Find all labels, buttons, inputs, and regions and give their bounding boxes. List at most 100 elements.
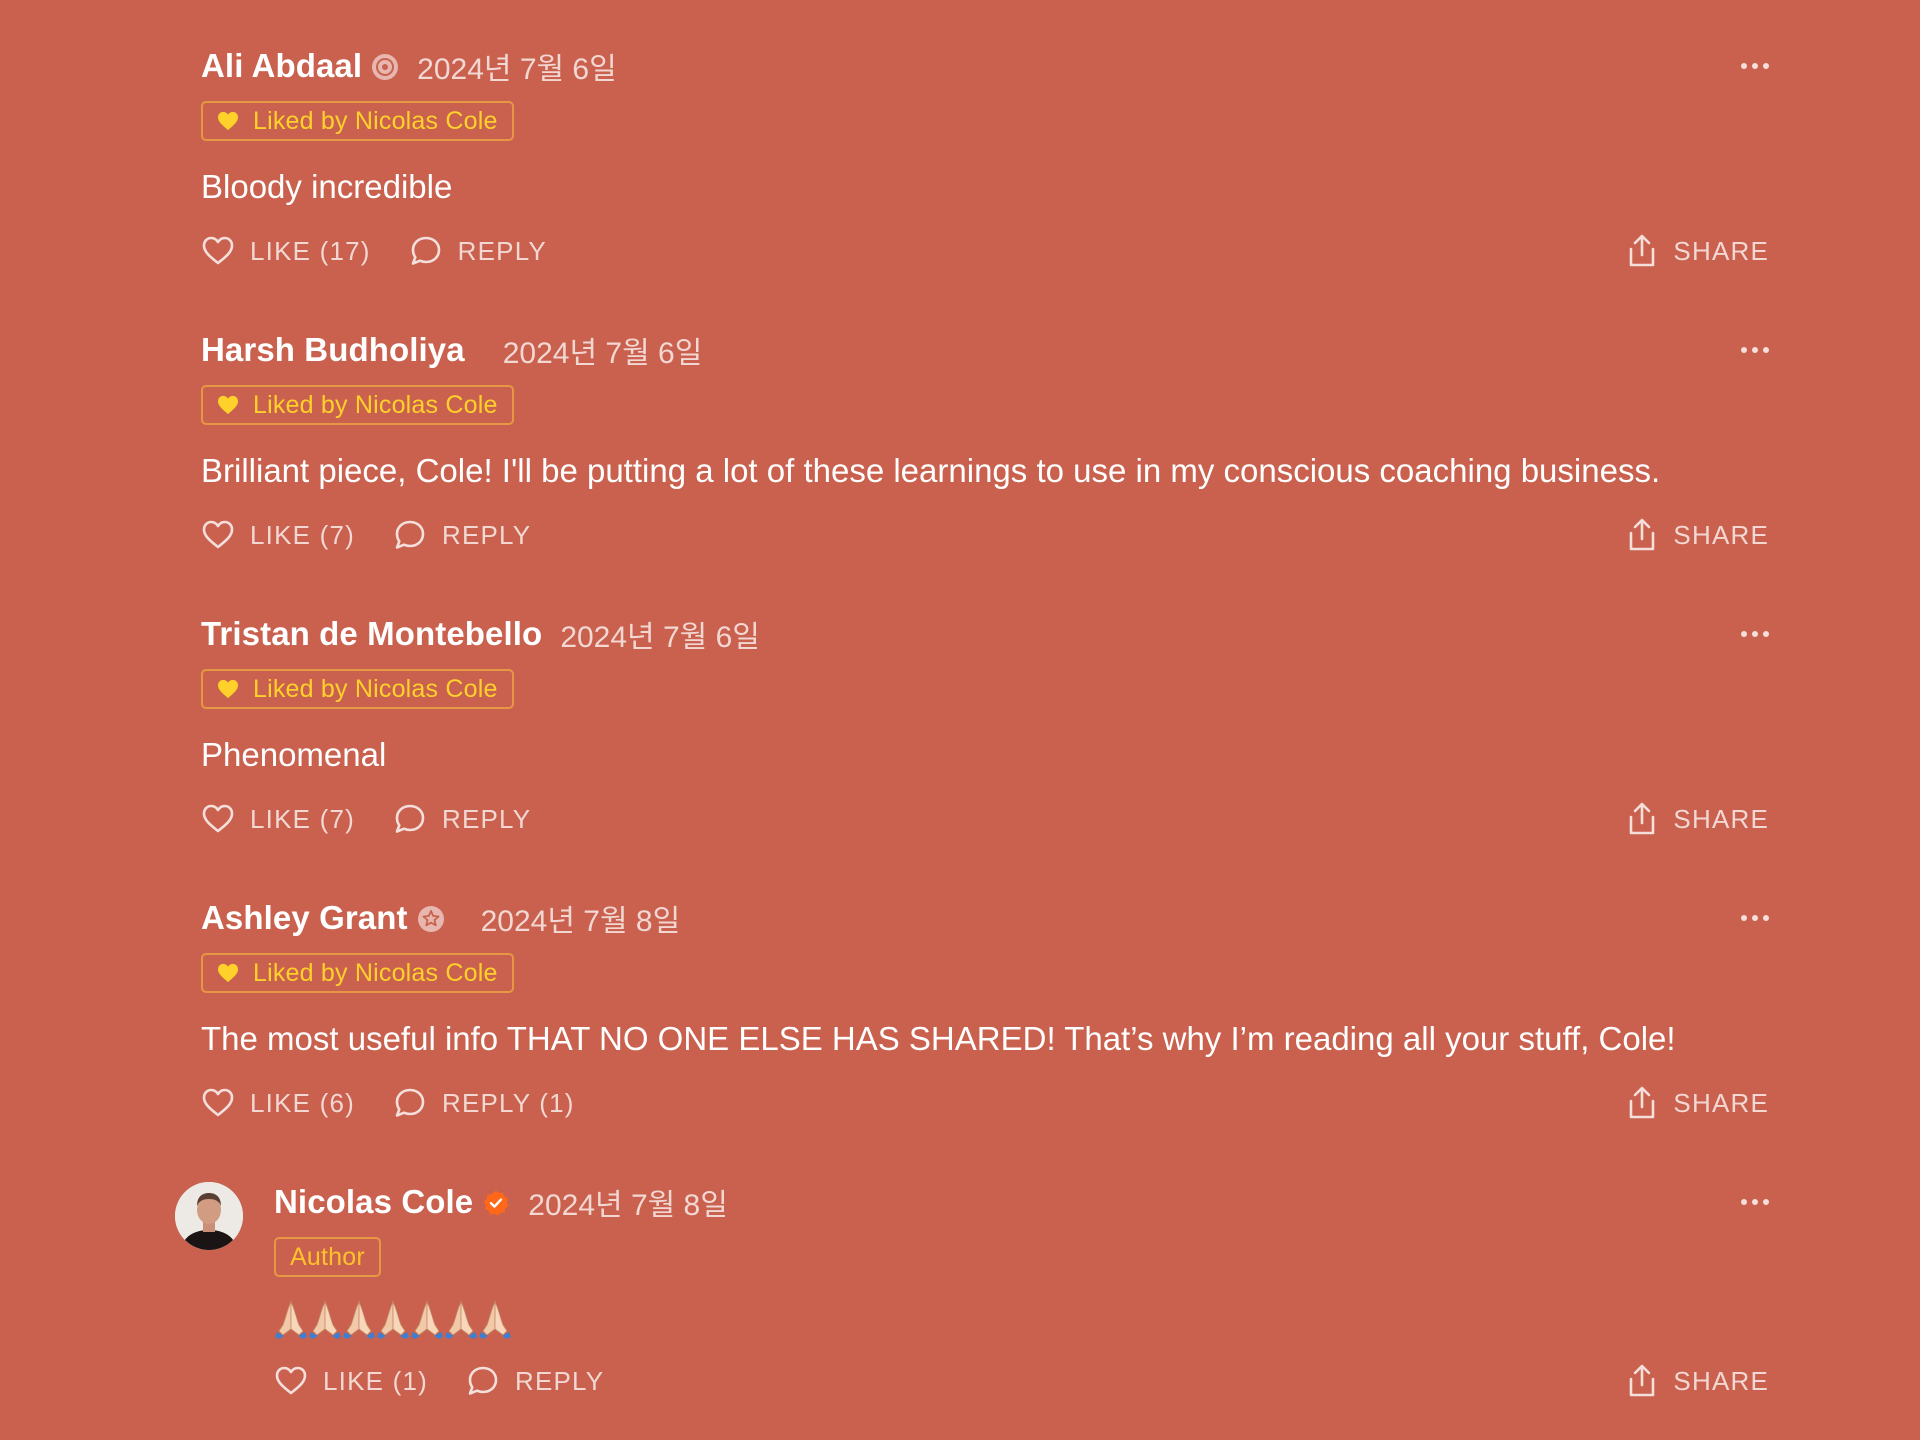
heart-filled-icon bbox=[218, 963, 238, 983]
heart-outline-icon bbox=[202, 1088, 234, 1117]
reply-label: REPLY (1) bbox=[441, 1087, 575, 1118]
like-button[interactable]: LIKE (6) bbox=[201, 1086, 355, 1120]
folded-hands-emoji bbox=[275, 1300, 307, 1339]
liked-badge-label: Liked by Nicolas Cole bbox=[253, 106, 498, 135]
subscriber-badge-icon bbox=[417, 906, 444, 932]
comment: Ashley Grant 2024년 7월 8일 Liked by Nicola… bbox=[201, 898, 1769, 1123]
comment-author[interactable]: Ashley Grant bbox=[201, 899, 408, 937]
like-button[interactable]: LIKE (7) bbox=[201, 802, 355, 836]
speech-bubble-icon bbox=[395, 1088, 425, 1117]
reply-button[interactable]: REPLY bbox=[466, 1364, 604, 1398]
comment-author[interactable]: Tristan de Montebello bbox=[201, 615, 542, 653]
comment: Ali Abdaal 2024년 7월 6일 Liked by Nicolas … bbox=[201, 46, 1769, 271]
folded-hands-emoji bbox=[445, 1300, 477, 1339]
more-options-button[interactable] bbox=[1709, 616, 1769, 652]
reply-label: REPLY bbox=[457, 235, 547, 266]
comment-header: Nicolas Cole 2024년 7월 8일 bbox=[274, 1182, 1769, 1222]
heart-filled-icon bbox=[218, 111, 238, 131]
like-label: LIKE (7) bbox=[250, 519, 355, 550]
like-button[interactable]: LIKE (1) bbox=[274, 1364, 428, 1398]
share-icon bbox=[1630, 1086, 1655, 1119]
more-options-button[interactable] bbox=[1709, 1184, 1769, 1220]
subscriber-badge-icon bbox=[372, 54, 399, 80]
reply-button[interactable]: REPLY bbox=[409, 234, 547, 268]
avatar-image bbox=[175, 1182, 243, 1250]
comment-body: Phenomenal bbox=[201, 736, 387, 773]
share-label: SHARE bbox=[1673, 235, 1769, 266]
share-button[interactable]: SHARE bbox=[1625, 799, 1769, 839]
comment-date[interactable]: 2024년 7월 6일 bbox=[417, 44, 617, 88]
comment-author[interactable]: Nicolas Cole bbox=[274, 1183, 473, 1221]
share-icon bbox=[1630, 802, 1655, 835]
folded-hands-emoji bbox=[479, 1300, 511, 1339]
liked-by-author-badge: Liked by Nicolas Cole bbox=[201, 101, 514, 141]
reply-button[interactable]: REPLY bbox=[393, 802, 531, 836]
more-options-button[interactable] bbox=[1709, 900, 1769, 936]
liked-by-author-badge: Liked by Nicolas Cole bbox=[201, 385, 514, 425]
comment-actions: LIKE (7) REPLY SHARE bbox=[201, 515, 1769, 555]
like-label: LIKE (1) bbox=[323, 1365, 428, 1396]
verified-check-icon bbox=[484, 1190, 509, 1216]
author-badge-label: Author bbox=[290, 1242, 365, 1271]
heart-outline-icon bbox=[202, 804, 234, 833]
share-icon bbox=[1630, 234, 1655, 267]
comment-actions: LIKE (17) REPLY SHARE bbox=[201, 231, 1769, 271]
share-button[interactable]: SHARE bbox=[1625, 231, 1769, 271]
comment-actions: LIKE (6) REPLY (1) SHARE bbox=[201, 1083, 1769, 1123]
comment-header: Ali Abdaal 2024년 7월 6일 bbox=[201, 46, 1769, 86]
folded-hands-emoji bbox=[377, 1300, 409, 1339]
speech-bubble-icon bbox=[468, 1366, 498, 1395]
like-label: LIKE (17) bbox=[250, 235, 371, 266]
reply-button[interactable]: REPLY bbox=[393, 518, 531, 552]
liked-by-author-badge: Liked by Nicolas Cole bbox=[201, 669, 514, 709]
comment-header: Harsh Budholiya 2024년 7월 6일 bbox=[201, 330, 1769, 370]
reply-label: REPLY bbox=[514, 1365, 605, 1396]
like-label: LIKE (6) bbox=[250, 1087, 355, 1118]
comment-body bbox=[274, 1295, 1769, 1339]
speech-bubble-icon bbox=[395, 804, 425, 833]
reply-label: REPLY bbox=[441, 519, 532, 550]
comment: Harsh Budholiya 2024년 7월 6일 Liked by Nic… bbox=[201, 330, 1769, 555]
heart-outline-icon bbox=[202, 236, 234, 265]
comment-body: Brilliant piece, Cole! I'll be putting a… bbox=[201, 452, 1661, 489]
speech-bubble-icon bbox=[411, 236, 440, 265]
comment-date[interactable]: 2024년 7월 6일 bbox=[560, 612, 760, 656]
share-button[interactable]: SHARE bbox=[1625, 1083, 1769, 1123]
share-button[interactable]: SHARE bbox=[1625, 1361, 1769, 1401]
share-label: SHARE bbox=[1673, 1087, 1769, 1118]
comment-date[interactable]: 2024년 7월 8일 bbox=[528, 1180, 728, 1224]
share-button[interactable]: SHARE bbox=[1625, 515, 1769, 555]
comment-actions: LIKE (7) REPLY SHARE bbox=[201, 799, 1769, 839]
liked-badge-label: Liked by Nicolas Cole bbox=[253, 958, 498, 987]
heart-filled-icon bbox=[218, 395, 238, 415]
share-icon bbox=[1630, 518, 1655, 551]
more-options-button[interactable] bbox=[1709, 48, 1769, 84]
share-label: SHARE bbox=[1673, 1365, 1769, 1396]
comment-header: Tristan de Montebello 2024년 7월 6일 bbox=[201, 614, 1769, 654]
heart-filled-icon bbox=[218, 679, 238, 699]
reply-comment: Nicolas Cole 2024년 7월 8일 Author LIKE (1)… bbox=[274, 1182, 1769, 1401]
avatar[interactable] bbox=[175, 1182, 243, 1250]
comment-body: The most useful info THAT NO ONE ELSE HA… bbox=[201, 1020, 1676, 1057]
share-label: SHARE bbox=[1673, 803, 1769, 834]
like-button[interactable]: LIKE (7) bbox=[201, 518, 355, 552]
liked-badge-label: Liked by Nicolas Cole bbox=[253, 674, 498, 703]
author-badge: Author bbox=[274, 1237, 381, 1277]
share-label: SHARE bbox=[1673, 519, 1769, 550]
folded-hands-emoji bbox=[309, 1300, 341, 1339]
liked-by-author-badge: Liked by Nicolas Cole bbox=[201, 953, 514, 993]
comment-date[interactable]: 2024년 7월 8일 bbox=[481, 896, 681, 940]
comment-author[interactable]: Harsh Budholiya bbox=[201, 331, 465, 369]
like-button[interactable]: LIKE (17) bbox=[201, 234, 371, 268]
comment-actions: LIKE (1) REPLY SHARE bbox=[274, 1361, 1769, 1401]
liked-badge-label: Liked by Nicolas Cole bbox=[253, 390, 498, 419]
folded-hands-emoji bbox=[343, 1300, 375, 1339]
comment-date[interactable]: 2024년 7월 6일 bbox=[503, 328, 703, 372]
reply-label: REPLY bbox=[441, 803, 532, 834]
more-options-button[interactable] bbox=[1709, 332, 1769, 368]
like-label: LIKE (7) bbox=[250, 803, 355, 834]
reply-button[interactable]: REPLY (1) bbox=[393, 1086, 575, 1120]
comment-body: Bloody incredible bbox=[201, 168, 453, 205]
speech-bubble-icon bbox=[395, 520, 425, 549]
comment-author[interactable]: Ali Abdaal bbox=[201, 47, 362, 85]
